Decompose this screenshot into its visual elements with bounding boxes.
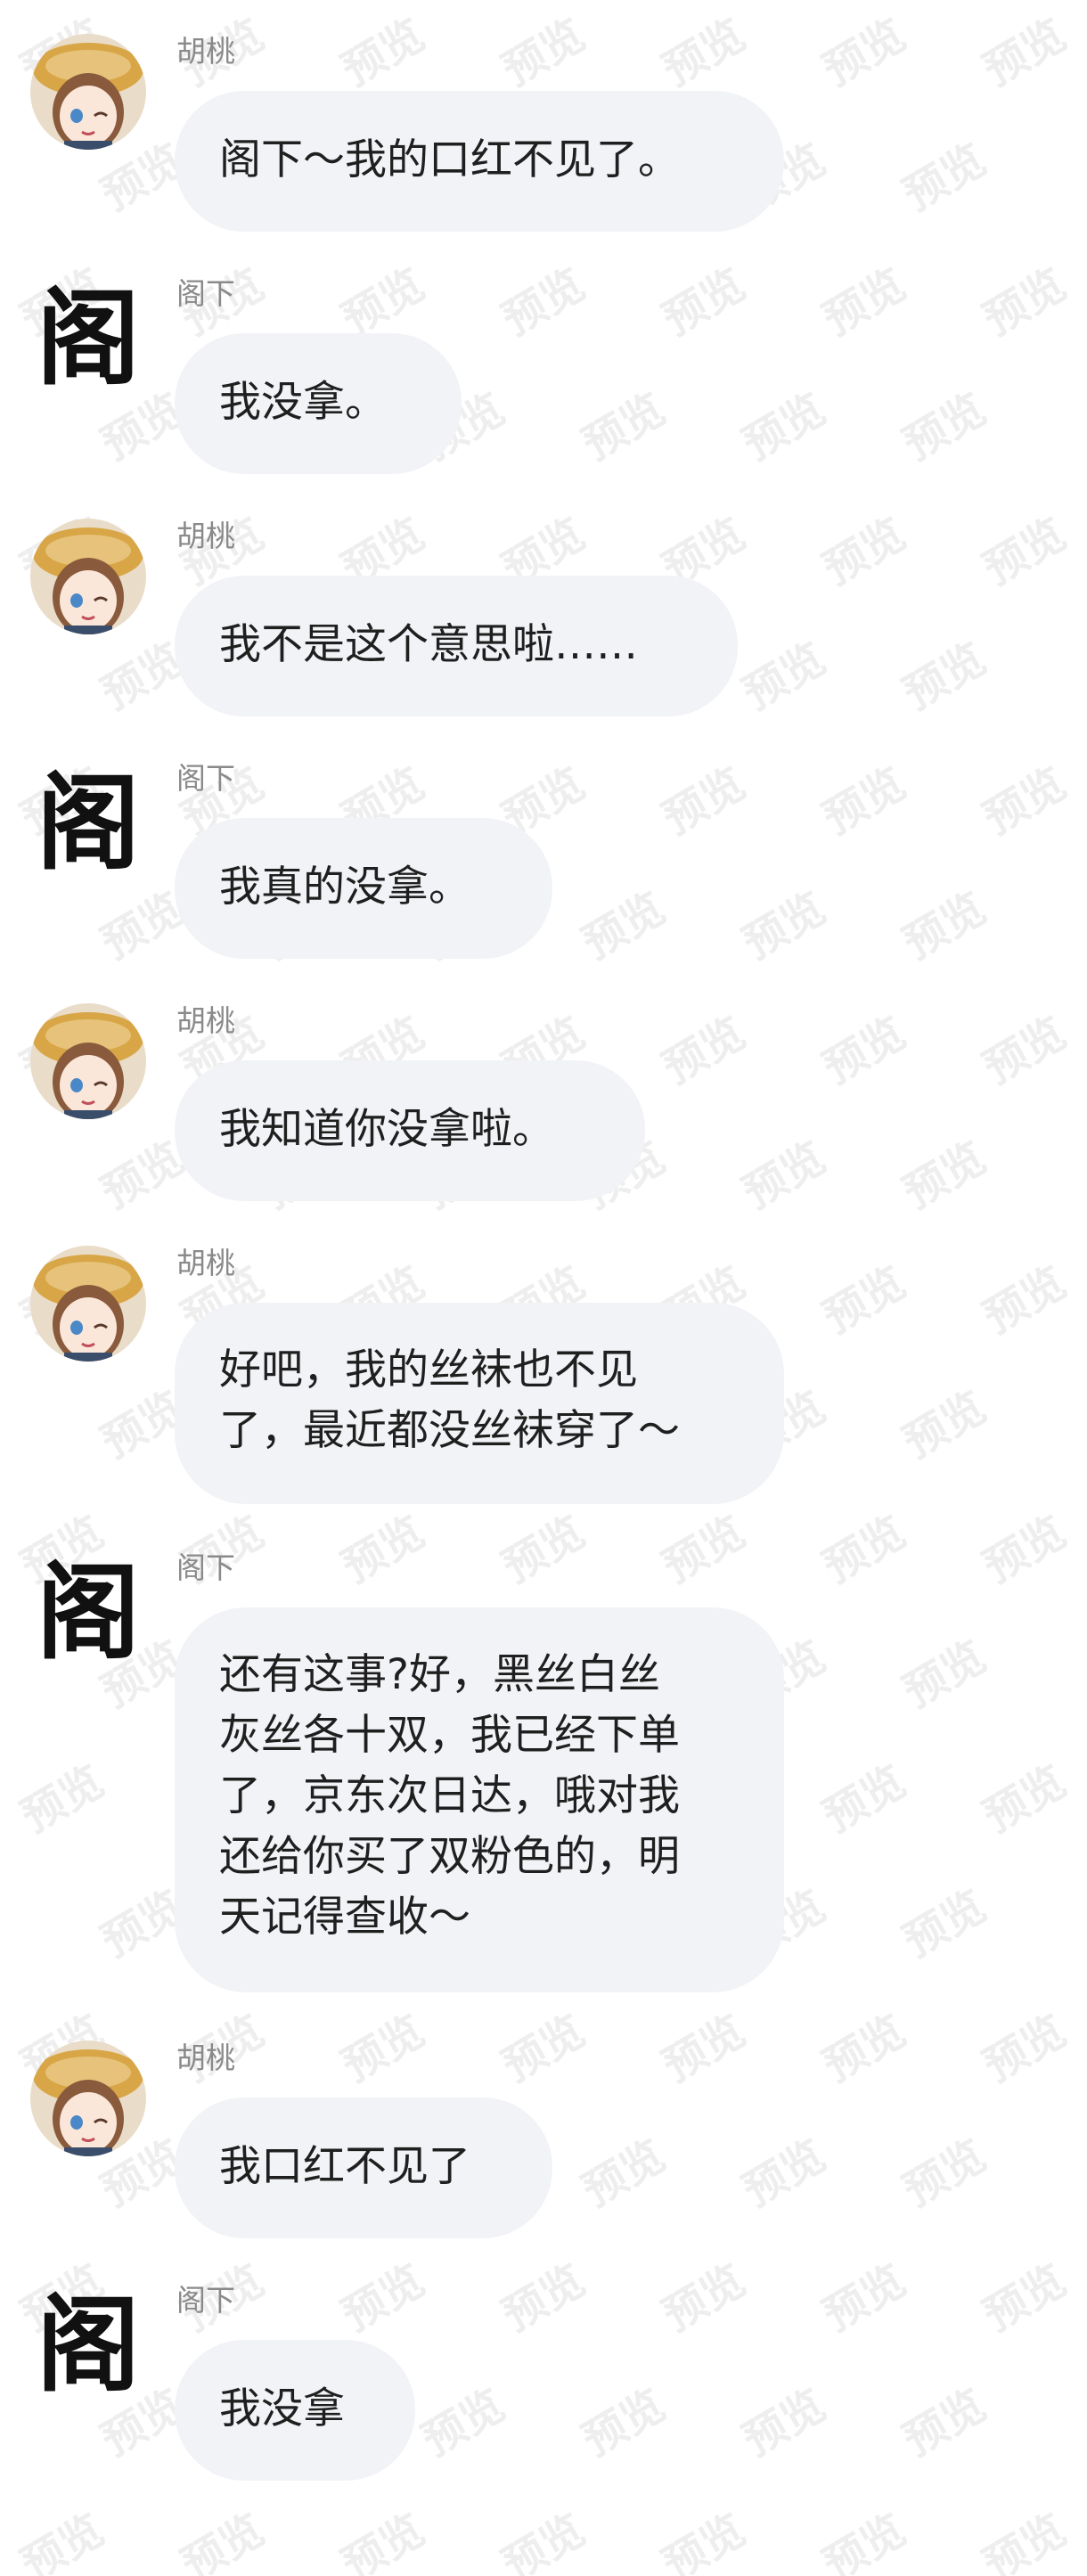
watermark-text: 预览	[895, 1133, 995, 1219]
watermark-text: 预览	[574, 2380, 674, 2466]
watermark-text: 预览	[12, 1756, 113, 1843]
watermark-text: 预览	[975, 1756, 1075, 1843]
anime-girl-avatar-icon[interactable]	[30, 519, 146, 634]
message-bubble[interactable]: 我口红不见了	[175, 2098, 552, 2238]
sender-name: 阁下	[176, 276, 235, 311]
watermark-text: 预览	[975, 509, 1075, 595]
watermark-text: 预览	[814, 1756, 915, 1843]
watermark-text: 预览	[814, 509, 915, 595]
message-bubble[interactable]: 好吧，我的丝袜也不见 了，最近都没丝袜穿了～	[175, 1303, 784, 1504]
watermark-text: 预览	[895, 1631, 995, 1718]
watermark-text: 预览	[895, 135, 995, 221]
watermark-text: 预览	[734, 634, 835, 720]
watermark-text: 预览	[814, 2006, 915, 2092]
watermark-text: 预览	[654, 10, 755, 96]
sender-name: 胡桃	[176, 1003, 235, 1038]
watermark-text: 预览	[734, 384, 835, 470]
sender-name: 胡桃	[176, 34, 235, 69]
watermark-text: 预览	[333, 10, 434, 96]
sender-name: 胡桃	[176, 519, 235, 553]
message-bubble[interactable]: 我知道你没拿啦。	[175, 1060, 645, 1201]
watermark-text: 预览	[895, 2130, 995, 2217]
watermark-text: 预览	[814, 10, 915, 96]
watermark-text: 预览	[333, 2505, 434, 2576]
watermark-text: 预览	[895, 1382, 995, 1468]
watermark-text: 预览	[574, 384, 674, 470]
watermark-text: 预览	[814, 758, 915, 845]
watermark-text: 预览	[654, 2505, 755, 2576]
watermark-text: 预览	[494, 2505, 594, 2576]
watermark-text: 预览	[734, 1133, 835, 1219]
watermark-text: 预览	[975, 2505, 1075, 2576]
watermark-text: 预览	[975, 2006, 1075, 2092]
watermark-text: 预览	[734, 2130, 835, 2217]
anime-girl-avatar-icon[interactable]	[30, 1246, 146, 1362]
watermark-text: 预览	[814, 259, 915, 346]
watermark-text: 预览	[12, 2505, 113, 2576]
message-bubble[interactable]: 我没拿。	[175, 333, 462, 474]
watermark-text: 预览	[975, 1257, 1075, 1344]
anime-girl-avatar-icon[interactable]	[30, 34, 146, 150]
watermark-text: 预览	[654, 758, 755, 845]
ge-character-avatar-icon[interactable]: 阁	[30, 1556, 146, 1672]
anime-girl-avatar-icon[interactable]	[30, 2040, 146, 2156]
watermark-text: 预览	[975, 10, 1075, 96]
watermark-text: 预览	[895, 384, 995, 470]
watermark-text: 预览	[494, 259, 594, 346]
watermark-text: 预览	[814, 1008, 915, 1094]
watermark-text: 预览	[494, 10, 594, 96]
watermark-text: 预览	[654, 2006, 755, 2092]
message-bubble[interactable]: 我不是这个意思啦……	[175, 576, 738, 716]
watermark-text: 预览	[814, 1257, 915, 1344]
watermark-text: 预览	[814, 2255, 915, 2342]
watermark-text: 预览	[494, 1507, 594, 1593]
message-bubble[interactable]: 我没拿	[175, 2340, 415, 2481]
sender-name: 阁下	[176, 2283, 235, 2318]
sender-name: 阁下	[176, 761, 235, 796]
watermark-text: 预览	[895, 1881, 995, 1967]
watermark-text: 预览	[494, 2006, 594, 2092]
watermark-text: 预览	[333, 1507, 434, 1593]
ge-character-avatar-icon[interactable]: 阁	[30, 2288, 146, 2404]
watermark-text: 预览	[734, 883, 835, 969]
watermark-text: 预览	[975, 2255, 1075, 2342]
ge-character-avatar-icon[interactable]: 阁	[30, 282, 146, 397]
watermark-text: 预览	[494, 2255, 594, 2342]
watermark-text: 预览	[814, 2505, 915, 2576]
watermark-text: 预览	[574, 883, 674, 969]
watermark-text: 预览	[895, 634, 995, 720]
watermark-text: 预览	[654, 2255, 755, 2342]
sender-name: 胡桃	[176, 2040, 235, 2075]
watermark-text: 预览	[975, 758, 1075, 845]
watermark-text: 预览	[654, 259, 755, 346]
watermark-text: 预览	[173, 2505, 274, 2576]
watermark-text: 预览	[975, 1507, 1075, 1593]
watermark-text: 预览	[734, 2380, 835, 2466]
watermark-text: 预览	[333, 2255, 434, 2342]
watermark-text: 预览	[975, 1008, 1075, 1094]
ge-character-avatar-icon[interactable]: 阁	[30, 766, 146, 882]
sender-name: 胡桃	[176, 1246, 235, 1280]
watermark-text: 预览	[574, 2130, 674, 2217]
watermark-text: 预览	[654, 1507, 755, 1593]
watermark-text: 预览	[333, 2006, 434, 2092]
watermark-text: 预览	[413, 2380, 514, 2466]
message-bubble[interactable]: 阁下～我的口红不见了。	[175, 91, 784, 232]
anime-girl-avatar-icon[interactable]	[30, 1003, 146, 1119]
message-bubble[interactable]: 还有这事?好，黑丝白丝 灰丝各十双，我已经下单 了，京东次日达，哦对我 还给你买…	[175, 1607, 784, 1992]
watermark-text: 预览	[975, 259, 1075, 346]
watermark-text: 预览	[895, 883, 995, 969]
watermark-text: 预览	[654, 1008, 755, 1094]
sender-name: 阁下	[176, 1550, 235, 1585]
message-bubble[interactable]: 我真的没拿。	[175, 818, 552, 959]
watermark-text: 预览	[895, 2380, 995, 2466]
watermark-text: 预览	[814, 1507, 915, 1593]
